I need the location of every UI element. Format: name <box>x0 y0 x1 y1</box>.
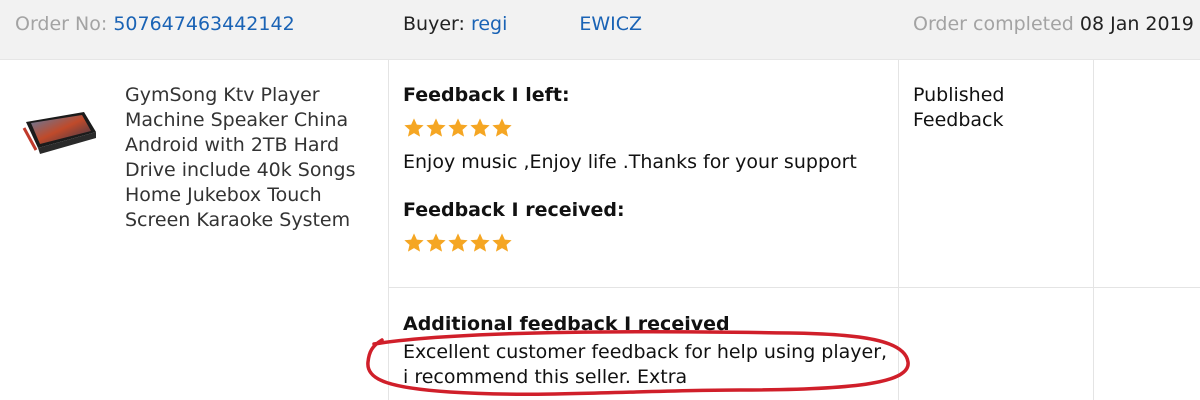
product-thumbnail[interactable] <box>22 108 98 154</box>
star-icon <box>470 233 490 252</box>
column-divider <box>898 60 899 400</box>
feedback-received-label: Feedback I received: <box>403 199 625 221</box>
star-icon <box>404 118 424 137</box>
feedback-left-label: Feedback I left: <box>403 84 570 106</box>
star-icon <box>448 233 468 252</box>
star-icon <box>426 233 446 252</box>
order-completed-date: 08 Jan 2019 <box>1079 13 1194 35</box>
buyer-field: Buyer: regi EWICZ <box>403 13 642 35</box>
star-icon <box>492 118 512 137</box>
column-divider <box>1093 60 1094 400</box>
order-completed-field: Order completed 08 Jan 2019 <box>913 13 1194 35</box>
additional-feedback-label: Additional feedback I received <box>403 313 730 335</box>
feedback-left-comment: Enjoy music ,Enjoy life .Thanks for your… <box>403 151 857 173</box>
star-icon <box>448 118 468 137</box>
order-number-field: Order No: 507647463442142 <box>15 13 295 35</box>
feedback-received-rating <box>403 232 513 254</box>
star-icon <box>426 118 446 137</box>
order-completed-label: Order completed <box>913 13 1074 35</box>
additional-feedback-line-1: Excellent customer feedback for help usi… <box>403 341 888 363</box>
order-header: Order No: 507647463442142 Buyer: regi EWI… <box>0 0 1200 60</box>
buyer-name-end[interactable]: EWICZ <box>579 13 642 35</box>
order-number-label: Order No: <box>15 13 108 35</box>
buyer-name-start[interactable]: regi <box>471 13 507 35</box>
order-number-link[interactable]: 507647463442142 <box>113 13 294 35</box>
star-icon <box>492 233 512 252</box>
star-icon <box>404 233 424 252</box>
feedback-left-rating <box>403 117 513 139</box>
row-divider <box>388 287 1200 288</box>
product-title-link[interactable]: GymSong Ktv Player Machine Speaker China… <box>125 83 375 233</box>
buyer-label: Buyer: <box>403 13 465 35</box>
star-icon <box>470 118 490 137</box>
feedback-status: Published Feedback <box>913 84 1005 131</box>
column-divider <box>388 60 389 400</box>
additional-feedback-line-2: i recommend this seller. Extra <box>403 366 688 388</box>
